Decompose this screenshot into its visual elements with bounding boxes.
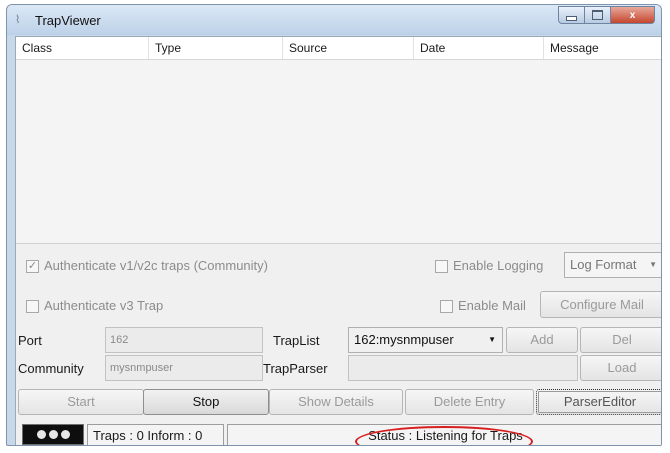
enable-logging-label: Enable Logging — [453, 258, 544, 273]
parser-editor-button[interactable]: ParserEditor — [536, 389, 661, 415]
traplist-label: TrapList — [273, 333, 320, 348]
log-format-select[interactable]: Log Format ▼ — [564, 252, 661, 278]
column-date[interactable]: Date — [414, 37, 544, 59]
window-controls: x — [558, 6, 655, 24]
load-button[interactable]: Load — [580, 355, 661, 381]
minimize-button[interactable] — [558, 6, 585, 24]
enable-logging-checkbox[interactable] — [435, 260, 448, 273]
chevron-down-icon: ▼ — [649, 260, 657, 269]
auth-v1v2-label: Authenticate v1/v2c traps (Community) — [44, 258, 268, 273]
community-label: Community — [18, 361, 84, 376]
close-icon: x — [629, 9, 636, 21]
maximize-icon — [592, 10, 603, 20]
main-panel: Class Type Source Date Message ✓ Authent… — [15, 36, 661, 445]
status-indicator-icon — [22, 424, 84, 445]
delete-entry-button[interactable]: Delete Entry — [405, 389, 534, 415]
chevron-down-icon: ▼ — [488, 335, 496, 344]
trapviewer-window: ⌇ TrapViewer x Class Type Source Date Me… — [6, 4, 662, 446]
configure-mail-button[interactable]: Configure Mail — [540, 291, 661, 318]
start-button[interactable]: Start — [18, 389, 144, 415]
antenna-icon: ⌇ — [15, 14, 21, 26]
column-type[interactable]: Type — [149, 37, 283, 59]
options-row-1: ✓ Authenticate v1/v2c traps (Community) … — [16, 243, 661, 284]
stop-button[interactable]: Stop — [143, 389, 269, 415]
traplist-select[interactable]: 162:mysnmpuser ▼ — [348, 327, 503, 353]
port-label: Port — [18, 333, 42, 348]
log-format-value: Log Format — [570, 257, 637, 272]
column-class[interactable]: Class — [16, 37, 149, 59]
enable-mail-checkbox[interactable] — [440, 300, 453, 313]
trapparser-field[interactable] — [348, 355, 578, 381]
auth-v1v2-checkbox[interactable]: ✓ — [26, 260, 39, 273]
add-button[interactable]: Add — [506, 327, 578, 353]
window-title: TrapViewer — [35, 13, 101, 28]
trap-table-body[interactable] — [16, 60, 661, 243]
close-button[interactable]: x — [611, 6, 655, 24]
auth-v3-label: Authenticate v3 Trap — [44, 298, 164, 313]
trapparser-label: TrapParser — [263, 361, 328, 376]
auth-v3-checkbox[interactable] — [26, 300, 39, 313]
enable-mail-label: Enable Mail — [458, 298, 526, 313]
del-button[interactable]: Del — [580, 327, 661, 353]
minimize-icon — [566, 15, 577, 21]
trap-count-text: Traps : 0 Inform : 0 — [87, 424, 224, 445]
trap-table-header: Class Type Source Date Message — [16, 37, 661, 60]
options-row-2: Authenticate v3 Trap Enable Mail Configu… — [16, 285, 661, 325]
column-source[interactable]: Source — [283, 37, 414, 59]
title-bar[interactable]: ⌇ TrapViewer x — [7, 5, 661, 35]
maximize-button[interactable] — [585, 6, 611, 24]
community-field[interactable]: mysnmpuser — [105, 355, 263, 381]
column-message[interactable]: Message — [544, 37, 661, 59]
status-bar: Traps : 0 Inform : 0 Status : Listening … — [16, 418, 661, 445]
show-details-button[interactable]: Show Details — [269, 389, 403, 415]
port-field[interactable]: 162 — [105, 327, 263, 353]
traplist-value: 162:mysnmpuser — [354, 332, 454, 347]
